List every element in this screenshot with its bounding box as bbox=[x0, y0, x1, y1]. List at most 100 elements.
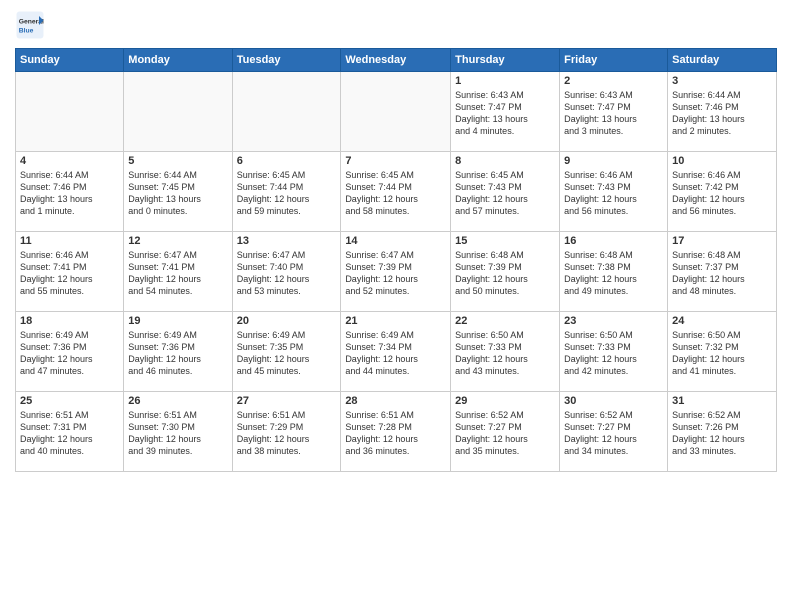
day-info: Sunrise: 6:48 AM Sunset: 7:38 PM Dayligh… bbox=[564, 249, 663, 298]
calendar-cell: 5Sunrise: 6:44 AM Sunset: 7:45 PM Daylig… bbox=[124, 152, 232, 232]
day-number: 1 bbox=[455, 75, 555, 87]
day-number: 19 bbox=[128, 315, 227, 327]
day-number: 4 bbox=[20, 155, 119, 167]
calendar-cell: 4 Sunrise: 6:44 AM Sunset: 7:46 PM Daylig… bbox=[16, 152, 124, 232]
calendar-cell: 31 Sunrise: 6:52 AM Sunset: 7:26 PM Dayli… bbox=[668, 392, 777, 472]
week-row-3: 11 Sunrise: 6:46 AM Sunset: 7:41 PM Dayli… bbox=[16, 232, 777, 312]
calendar-cell: 2 Sunrise: 6:43 AM Sunset: 7:47 PM Daylig… bbox=[560, 72, 668, 152]
calendar-cell: 1 Sunrise: 6:43 AM Sunset: 7:47 PM Daylig… bbox=[451, 72, 560, 152]
weekday-header-tuesday: Tuesday bbox=[232, 49, 341, 72]
calendar-cell: 26Sunrise: 6:51 AM Sunset: 7:30 PM Dayli… bbox=[124, 392, 232, 472]
day-number: 20 bbox=[237, 315, 337, 327]
day-info: Sunrise: 6:51 AM Sunset: 7:31 PM Dayligh… bbox=[20, 409, 119, 458]
day-info: Sunrise: 6:51 AM Sunset: 7:29 PM Dayligh… bbox=[237, 409, 337, 458]
calendar-cell: 18Sunrise: 6:49 AM Sunset: 7:36 PM Dayli… bbox=[16, 312, 124, 392]
day-number: 21 bbox=[345, 315, 446, 327]
day-info: Sunrise: 6:48 AM Sunset: 7:39 PM Dayligh… bbox=[455, 249, 555, 298]
calendar-cell bbox=[341, 72, 451, 152]
calendar-cell: 30 Sunrise: 6:52 AM Sunset: 7:27 PM Dayli… bbox=[560, 392, 668, 472]
weekday-header-wednesday: Wednesday bbox=[341, 49, 451, 72]
day-info: Sunrise: 6:49 AM Sunset: 7:36 PM Dayligh… bbox=[128, 329, 227, 378]
week-row-2: 4 Sunrise: 6:44 AM Sunset: 7:46 PM Daylig… bbox=[16, 152, 777, 232]
day-number: 30 bbox=[564, 395, 663, 407]
calendar-cell: 22Sunrise: 6:50 AM Sunset: 7:33 PM Dayli… bbox=[451, 312, 560, 392]
day-info: Sunrise: 6:51 AM Sunset: 7:30 PM Dayligh… bbox=[128, 409, 227, 458]
calendar-cell: 20 Sunrise: 6:49 AM Sunset: 7:35 PM Dayli… bbox=[232, 312, 341, 392]
week-row-4: 18Sunrise: 6:49 AM Sunset: 7:36 PM Dayli… bbox=[16, 312, 777, 392]
calendar-cell: 14 Sunrise: 6:47 AM Sunset: 7:39 PM Dayli… bbox=[341, 232, 451, 312]
day-info: Sunrise: 6:46 AM Sunset: 7:43 PM Dayligh… bbox=[564, 169, 663, 218]
day-number: 31 bbox=[672, 395, 772, 407]
week-row-5: 25Sunrise: 6:51 AM Sunset: 7:31 PM Dayli… bbox=[16, 392, 777, 472]
header: General Blue bbox=[15, 10, 777, 40]
calendar-cell: 16 Sunrise: 6:48 AM Sunset: 7:38 PM Dayli… bbox=[560, 232, 668, 312]
calendar-cell: 11 Sunrise: 6:46 AM Sunset: 7:41 PM Dayli… bbox=[16, 232, 124, 312]
day-number: 8 bbox=[455, 155, 555, 167]
calendar-cell: 15 Sunrise: 6:48 AM Sunset: 7:39 PM Dayli… bbox=[451, 232, 560, 312]
svg-text:Blue: Blue bbox=[19, 28, 34, 35]
calendar-cell bbox=[232, 72, 341, 152]
day-info: Sunrise: 6:52 AM Sunset: 7:26 PM Dayligh… bbox=[672, 409, 772, 458]
calendar-cell: 21Sunrise: 6:49 AM Sunset: 7:34 PM Dayli… bbox=[341, 312, 451, 392]
day-info: Sunrise: 6:46 AM Sunset: 7:41 PM Dayligh… bbox=[20, 249, 119, 298]
weekday-header-row: SundayMondayTuesdayWednesdayThursdayFrid… bbox=[16, 49, 777, 72]
weekday-header-friday: Friday bbox=[560, 49, 668, 72]
day-info: Sunrise: 6:47 AM Sunset: 7:39 PM Dayligh… bbox=[345, 249, 446, 298]
day-info: Sunrise: 6:52 AM Sunset: 7:27 PM Dayligh… bbox=[455, 409, 555, 458]
calendar-cell bbox=[124, 72, 232, 152]
day-info: Sunrise: 6:50 AM Sunset: 7:32 PM Dayligh… bbox=[672, 329, 772, 378]
day-info: Sunrise: 6:45 AM Sunset: 7:44 PM Dayligh… bbox=[345, 169, 446, 218]
day-info: Sunrise: 6:50 AM Sunset: 7:33 PM Dayligh… bbox=[564, 329, 663, 378]
calendar-cell: 17 Sunrise: 6:48 AM Sunset: 7:37 PM Dayli… bbox=[668, 232, 777, 312]
calendar-cell bbox=[16, 72, 124, 152]
day-info: Sunrise: 6:47 AM Sunset: 7:41 PM Dayligh… bbox=[128, 249, 227, 298]
weekday-header-saturday: Saturday bbox=[668, 49, 777, 72]
day-info: Sunrise: 6:47 AM Sunset: 7:40 PM Dayligh… bbox=[237, 249, 337, 298]
day-info: Sunrise: 6:49 AM Sunset: 7:36 PM Dayligh… bbox=[20, 329, 119, 378]
day-info: Sunrise: 6:43 AM Sunset: 7:47 PM Dayligh… bbox=[455, 89, 555, 138]
calendar-cell: 27 Sunrise: 6:51 AM Sunset: 7:29 PM Dayli… bbox=[232, 392, 341, 472]
calendar-cell: 23 Sunrise: 6:50 AM Sunset: 7:33 PM Dayli… bbox=[560, 312, 668, 392]
day-info: Sunrise: 6:52 AM Sunset: 7:27 PM Dayligh… bbox=[564, 409, 663, 458]
day-number: 14 bbox=[345, 235, 446, 247]
logo-icon: General Blue bbox=[15, 10, 45, 40]
logo: General Blue bbox=[15, 10, 49, 40]
day-number: 7 bbox=[345, 155, 446, 167]
day-info: Sunrise: 6:43 AM Sunset: 7:47 PM Dayligh… bbox=[564, 89, 663, 138]
day-info: Sunrise: 6:44 AM Sunset: 7:46 PM Dayligh… bbox=[672, 89, 772, 138]
day-number: 29 bbox=[455, 395, 555, 407]
day-number: 6 bbox=[237, 155, 337, 167]
day-number: 24 bbox=[672, 315, 772, 327]
day-number: 13 bbox=[237, 235, 337, 247]
day-number: 10 bbox=[672, 155, 772, 167]
day-info: Sunrise: 6:51 AM Sunset: 7:28 PM Dayligh… bbox=[345, 409, 446, 458]
calendar-cell: 8Sunrise: 6:45 AM Sunset: 7:43 PM Daylig… bbox=[451, 152, 560, 232]
weekday-header-sunday: Sunday bbox=[16, 49, 124, 72]
day-number: 22 bbox=[455, 315, 555, 327]
day-number: 9 bbox=[564, 155, 663, 167]
day-number: 15 bbox=[455, 235, 555, 247]
day-number: 27 bbox=[237, 395, 337, 407]
calendar-cell: 12 Sunrise: 6:47 AM Sunset: 7:41 PM Dayli… bbox=[124, 232, 232, 312]
day-info: Sunrise: 6:44 AM Sunset: 7:46 PM Dayligh… bbox=[20, 169, 119, 218]
day-info: Sunrise: 6:45 AM Sunset: 7:44 PM Dayligh… bbox=[237, 169, 337, 218]
day-number: 16 bbox=[564, 235, 663, 247]
calendar-cell: 29 Sunrise: 6:52 AM Sunset: 7:27 PM Dayli… bbox=[451, 392, 560, 472]
calendar-cell: 10Sunrise: 6:46 AM Sunset: 7:42 PM Dayli… bbox=[668, 152, 777, 232]
day-number: 2 bbox=[564, 75, 663, 87]
day-number: 23 bbox=[564, 315, 663, 327]
day-number: 5 bbox=[128, 155, 227, 167]
calendar-cell: 19 Sunrise: 6:49 AM Sunset: 7:36 PM Dayli… bbox=[124, 312, 232, 392]
calendar-cell: 9 Sunrise: 6:46 AM Sunset: 7:43 PM Daylig… bbox=[560, 152, 668, 232]
day-number: 17 bbox=[672, 235, 772, 247]
day-number: 12 bbox=[128, 235, 227, 247]
day-number: 28 bbox=[345, 395, 446, 407]
week-row-1: 1 Sunrise: 6:43 AM Sunset: 7:47 PM Daylig… bbox=[16, 72, 777, 152]
day-info: Sunrise: 6:48 AM Sunset: 7:37 PM Dayligh… bbox=[672, 249, 772, 298]
page-container: General Blue SundayMondayTuesdayWednesda… bbox=[0, 0, 792, 612]
calendar-cell: 6 Sunrise: 6:45 AM Sunset: 7:44 PM Daylig… bbox=[232, 152, 341, 232]
day-number: 11 bbox=[20, 235, 119, 247]
day-number: 3 bbox=[672, 75, 772, 87]
calendar-cell: 28 Sunrise: 6:51 AM Sunset: 7:28 PM Dayli… bbox=[341, 392, 451, 472]
day-info: Sunrise: 6:49 AM Sunset: 7:35 PM Dayligh… bbox=[237, 329, 337, 378]
